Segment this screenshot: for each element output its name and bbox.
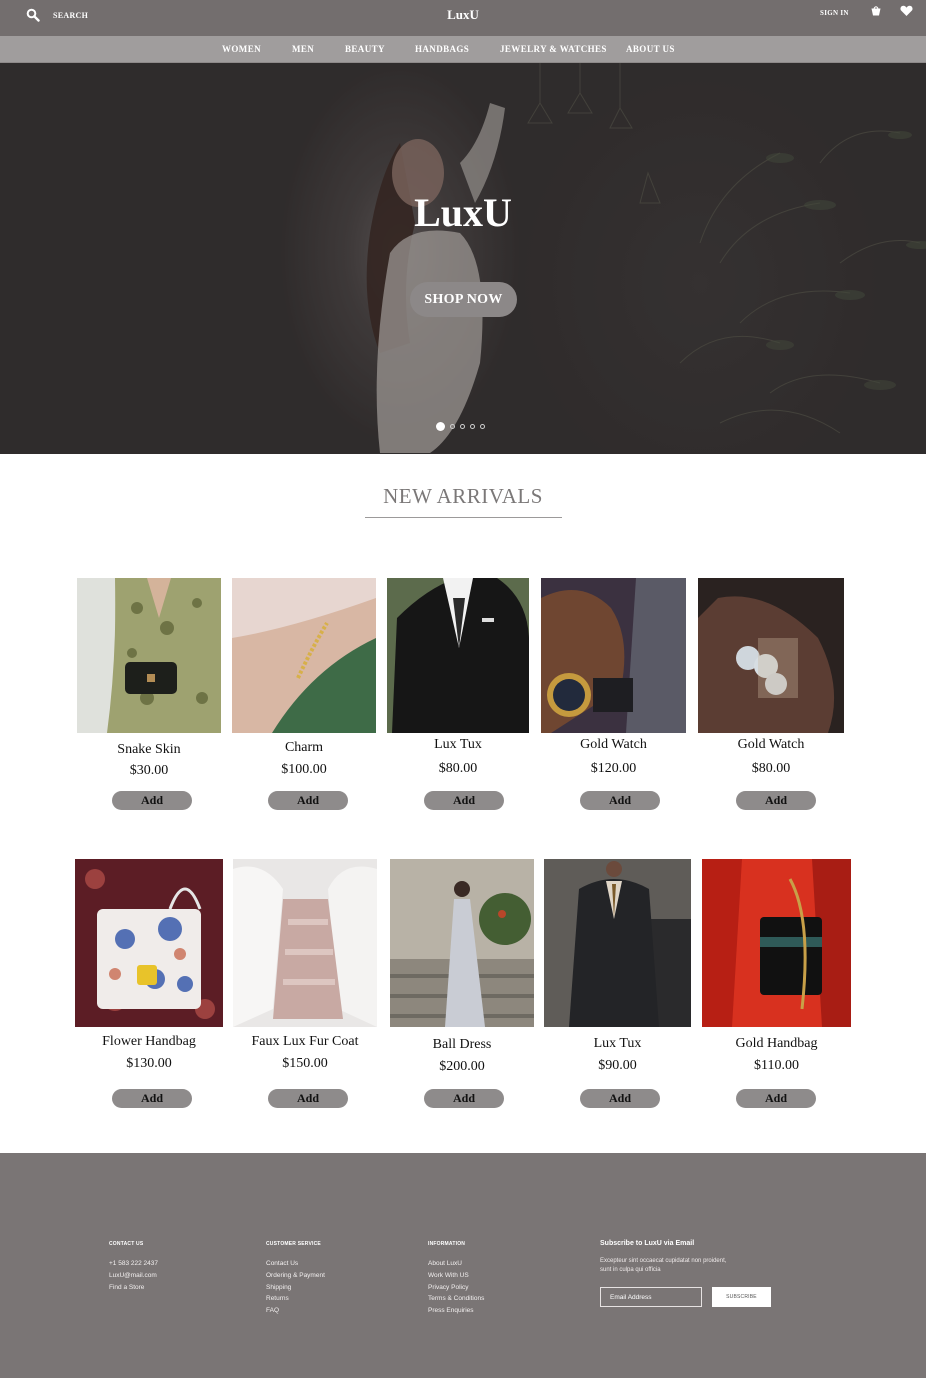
product-image[interactable] bbox=[233, 859, 377, 1027]
nav-item-men[interactable]: MEN bbox=[292, 44, 314, 54]
product-name: Faux Lux Fur Coat bbox=[251, 1034, 359, 1049]
footer-email[interactable]: LuxU@mail.com bbox=[109, 1272, 157, 1279]
site-footer: CONTACT US +1 583 222 2437 LuxU@mail.com… bbox=[0, 1153, 926, 1378]
subscribe-button[interactable]: SUBSCRIBE bbox=[712, 1287, 771, 1307]
product-price: $200.00 bbox=[439, 1059, 485, 1074]
product-name: Lux Tux bbox=[434, 737, 482, 752]
product-price: $150.00 bbox=[282, 1056, 328, 1071]
shop-now-button[interactable]: SHOP NOW bbox=[410, 282, 517, 317]
add-button[interactable]: Add bbox=[112, 791, 192, 810]
product-name: Lux Tux bbox=[593, 1036, 642, 1051]
product-name: Ball Dress bbox=[432, 1037, 492, 1052]
sign-in-link[interactable]: SIGN IN bbox=[820, 9, 849, 17]
footer-link-press[interactable]: Press Enquiries bbox=[428, 1307, 474, 1314]
add-button[interactable]: Add bbox=[268, 1089, 348, 1108]
add-button[interactable]: Add bbox=[424, 791, 504, 810]
cart-icon[interactable] bbox=[870, 5, 882, 17]
add-button[interactable]: Add bbox=[268, 791, 348, 810]
product-name: Gold Watch bbox=[737, 737, 805, 752]
subscribe-text: Excepteur sint occaecat cupidatat non pr… bbox=[600, 1258, 727, 1273]
product-price: $110.00 bbox=[754, 1058, 799, 1073]
footer-link-ordering[interactable]: Ordering & Payment bbox=[266, 1272, 325, 1279]
carousel-dot-2[interactable] bbox=[450, 424, 455, 429]
hero-banner: LuxU SHOP NOW bbox=[0, 63, 926, 454]
add-button[interactable]: Add bbox=[580, 1089, 660, 1108]
top-bar: SEARCH LuxU SIGN IN bbox=[0, 0, 926, 36]
product-image[interactable] bbox=[390, 859, 534, 1027]
footer-contact-title: CONTACT US bbox=[109, 1241, 144, 1247]
footer-link-faq[interactable]: FAQ bbox=[266, 1307, 279, 1314]
add-button[interactable]: Add bbox=[112, 1089, 192, 1108]
carousel-dot-5[interactable] bbox=[480, 424, 485, 429]
add-button[interactable]: Add bbox=[736, 791, 816, 810]
footer-link-work[interactable]: Work With US bbox=[428, 1272, 469, 1279]
product-image[interactable] bbox=[541, 578, 686, 733]
product-name: Gold Handbag bbox=[735, 1036, 818, 1051]
section-divider bbox=[365, 517, 562, 518]
footer-service-title: CUSTOMER SERVICE bbox=[266, 1241, 321, 1247]
product-image[interactable] bbox=[75, 859, 223, 1027]
section-title: NEW ARRIVALS bbox=[383, 484, 543, 508]
product-price: $80.00 bbox=[438, 761, 478, 776]
footer-link-privacy[interactable]: Privacy Policy bbox=[428, 1284, 468, 1291]
carousel-dots bbox=[436, 422, 490, 431]
product-price: $120.00 bbox=[590, 761, 637, 776]
carousel-dot-1[interactable] bbox=[436, 422, 445, 431]
nav-item-handbags[interactable]: HANDBAGS bbox=[415, 44, 469, 54]
main-nav: WOMEN MEN BEAUTY HANDBAGS JEWELRY & WATC… bbox=[0, 36, 926, 63]
carousel-dot-3[interactable] bbox=[460, 424, 465, 429]
footer-link-shipping[interactable]: Shipping bbox=[266, 1284, 291, 1291]
hero-title: LuxU bbox=[414, 190, 512, 235]
footer-link-contact-us[interactable]: Contact Us bbox=[266, 1260, 298, 1267]
site-logo[interactable]: LuxU bbox=[0, 7, 926, 23]
hero-overlay bbox=[0, 63, 926, 454]
product-image[interactable] bbox=[77, 578, 221, 733]
product-price: $30.00 bbox=[129, 763, 169, 778]
product-price: $90.00 bbox=[598, 1058, 637, 1073]
product-price: $100.00 bbox=[281, 762, 327, 777]
nav-item-beauty[interactable]: BEAUTY bbox=[345, 44, 385, 54]
product-name: Charm bbox=[284, 740, 324, 755]
footer-link-about[interactable]: About LuxU bbox=[428, 1260, 462, 1267]
nav-item-women[interactable]: WOMEN bbox=[222, 44, 261, 54]
subscribe-title: Subscribe to LuxU via Email bbox=[600, 1240, 695, 1247]
add-button[interactable]: Add bbox=[580, 791, 660, 810]
nav-item-about-us[interactable]: ABOUT US bbox=[626, 44, 675, 54]
product-name: Snake Skin bbox=[117, 742, 181, 757]
footer-link-returns[interactable]: Returns bbox=[266, 1295, 289, 1302]
product-image[interactable] bbox=[544, 859, 691, 1027]
heart-icon[interactable] bbox=[900, 5, 913, 17]
carousel-dot-4[interactable] bbox=[470, 424, 475, 429]
footer-info-title: INFORMATION bbox=[428, 1241, 466, 1247]
product-price: $80.00 bbox=[751, 761, 791, 776]
product-image[interactable] bbox=[702, 859, 851, 1027]
footer-find-store[interactable]: Find a Store bbox=[109, 1284, 144, 1291]
product-price: $130.00 bbox=[126, 1056, 172, 1071]
add-button[interactable]: Add bbox=[424, 1089, 504, 1108]
add-button[interactable]: Add bbox=[736, 1089, 816, 1108]
product-name: Gold Watch bbox=[580, 737, 647, 752]
product-image[interactable] bbox=[232, 578, 376, 733]
product-name: Flower Handbag bbox=[102, 1034, 196, 1049]
footer-link-terms[interactable]: Terms & Conditions bbox=[428, 1295, 484, 1302]
footer-phone[interactable]: +1 583 222 2437 bbox=[109, 1260, 158, 1267]
product-image[interactable] bbox=[698, 578, 844, 733]
product-image[interactable] bbox=[387, 578, 529, 733]
nav-item-jewelry-watches[interactable]: JEWELRY & WATCHES bbox=[500, 44, 607, 54]
email-field[interactable] bbox=[600, 1287, 702, 1307]
